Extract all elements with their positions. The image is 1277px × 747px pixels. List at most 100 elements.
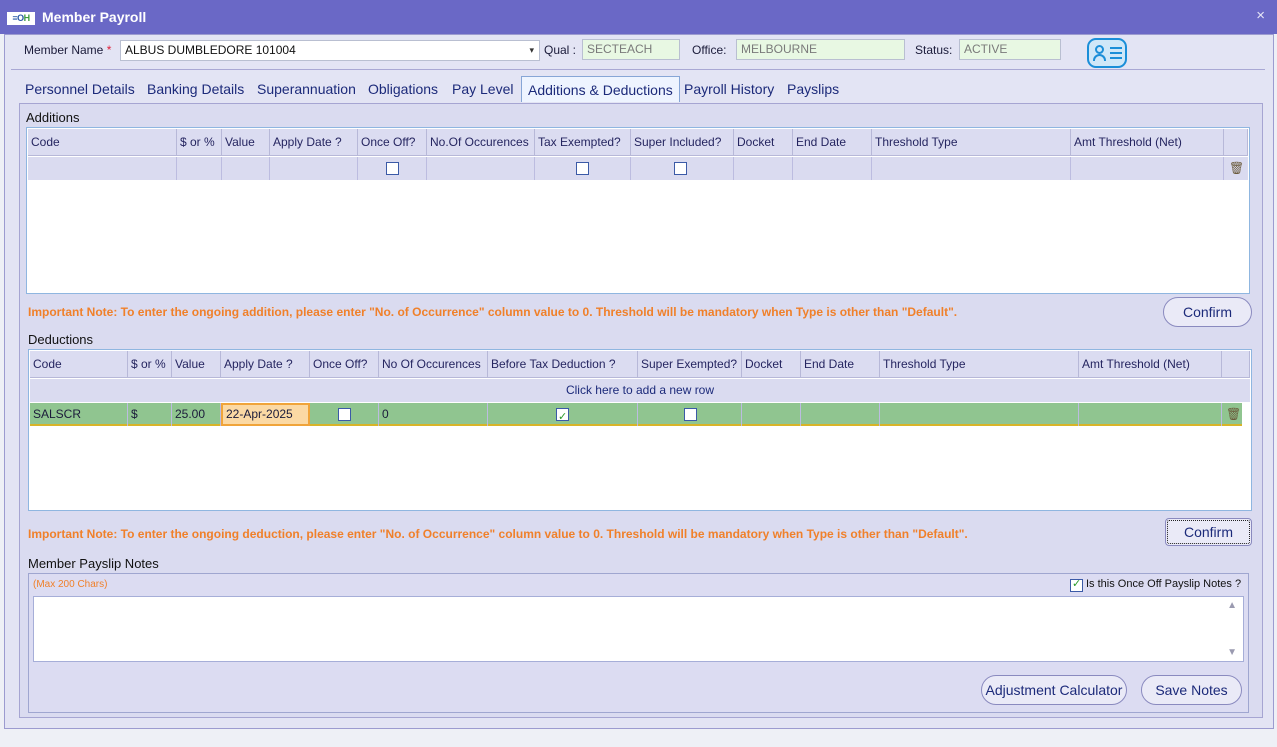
tab-pay-level[interactable]: Pay Level: [452, 76, 513, 102]
member-card-icon[interactable]: [1087, 38, 1127, 68]
col-amt-threshold[interactable]: Amt Threshold (Net): [1079, 351, 1222, 378]
member-name-label: Member Name *: [24, 43, 112, 57]
deductions-note: Important Note: To enter the ongoing ded…: [28, 527, 968, 541]
col-threshold-type[interactable]: Threshold Type: [880, 351, 1079, 378]
col-end-date[interactable]: End Date: [793, 129, 872, 156]
tab-payroll-history[interactable]: Payroll History: [684, 76, 774, 102]
tax-exempted-checkbox[interactable]: [576, 162, 589, 175]
cell-once-off: [358, 157, 427, 180]
col-super-exempted[interactable]: Super Exempted?: [638, 351, 742, 378]
cell-code[interactable]: [28, 157, 177, 180]
col-end-date[interactable]: End Date: [801, 351, 880, 378]
close-icon[interactable]: ×: [1256, 7, 1265, 24]
trash-icon[interactable]: 🗑: [1226, 407, 1241, 421]
cell-end-date[interactable]: [793, 157, 872, 180]
cell-threshold-type[interactable]: [880, 403, 1079, 426]
col-type[interactable]: $ or %: [177, 129, 222, 156]
col-once-off[interactable]: Once Off?: [310, 351, 379, 378]
col-tax-exempted[interactable]: Tax Exempted?: [535, 129, 631, 156]
required-mark: *: [106, 43, 112, 57]
tab-payslips[interactable]: Payslips: [787, 76, 839, 102]
adjustment-calculator-button[interactable]: Adjustment Calculator: [981, 675, 1127, 705]
col-value[interactable]: Value: [172, 351, 221, 378]
col-super-included[interactable]: Super Included?: [631, 129, 734, 156]
once-off-checkbox[interactable]: [338, 408, 351, 421]
status-label: Status:: [915, 43, 953, 57]
col-code[interactable]: Code: [30, 351, 128, 378]
payslip-notes-box: (Max 200 Chars) Is this Once Off Payslip…: [28, 573, 1249, 713]
deductions-header-row: Code $ or % Value Apply Date ? Once Off?…: [30, 351, 1250, 378]
office-field: MELBOURNE: [736, 39, 905, 60]
cell-before-tax: [488, 403, 638, 429]
additions-header-row: Code $ or % Value Apply Date ? Once Off?…: [28, 129, 1248, 156]
cell-once-off: [310, 403, 379, 426]
col-once-off[interactable]: Once Off?: [358, 129, 427, 156]
payslip-notes-title: Member Payslip Notes: [28, 556, 159, 571]
col-threshold-type[interactable]: Threshold Type: [872, 129, 1071, 156]
chevron-down-icon[interactable]: ▾: [529, 41, 534, 60]
save-notes-button[interactable]: Save Notes: [1141, 675, 1242, 705]
cell-value[interactable]: [222, 157, 270, 180]
cell-type[interactable]: [177, 157, 222, 180]
deductions-grid[interactable]: Code $ or % Value Apply Date ? Once Off?…: [28, 349, 1252, 511]
col-occurrences[interactable]: No Of Occurences: [379, 351, 488, 378]
cell-type[interactable]: $: [128, 403, 172, 426]
status-field: ACTIVE: [959, 39, 1061, 60]
scroll-down-icon[interactable]: ▼: [1227, 647, 1237, 658]
super-included-checkbox[interactable]: [674, 162, 687, 175]
cell-occurrences[interactable]: [427, 157, 535, 180]
cell-end-date[interactable]: [801, 403, 880, 426]
deductions-confirm-button[interactable]: Confirm: [1165, 518, 1252, 546]
super-exempted-checkbox[interactable]: [684, 408, 697, 421]
tab-banking-details[interactable]: Banking Details: [147, 76, 244, 102]
before-tax-checkbox[interactable]: [556, 406, 569, 429]
cell-apply-date[interactable]: [270, 157, 358, 180]
col-actions: [1222, 351, 1250, 378]
max-chars-hint: (Max 200 Chars): [33, 579, 108, 590]
tab-additions-deductions[interactable]: Additions & Deductions: [521, 76, 680, 102]
col-apply-date[interactable]: Apply Date ?: [270, 129, 358, 156]
cell-code[interactable]: SALSCR: [30, 403, 128, 426]
scroll-up-icon[interactable]: ▲: [1227, 600, 1237, 611]
col-before-tax[interactable]: Before Tax Deduction ?: [488, 351, 638, 378]
col-actions: [1224, 129, 1248, 156]
additions-title: Additions: [26, 110, 80, 125]
cell-super-included: [631, 157, 734, 180]
col-value[interactable]: Value: [222, 129, 270, 156]
main-window: Member Name * ALBUS DUMBLEDORE 101004 ▾ …: [4, 34, 1274, 729]
app-logo-icon: ≡OH: [7, 12, 35, 25]
col-docket[interactable]: Docket: [734, 129, 793, 156]
cell-docket[interactable]: [734, 157, 793, 180]
tab-personnel-details[interactable]: Personnel Details: [25, 76, 135, 102]
once-off-checkbox[interactable]: [386, 162, 399, 175]
tab-obligations[interactable]: Obligations: [368, 76, 438, 102]
cell-amt-threshold[interactable]: [1079, 403, 1222, 426]
cell-threshold-type[interactable]: [872, 157, 1071, 180]
once-off-notes-checkbox[interactable]: [1070, 577, 1083, 592]
col-code[interactable]: Code: [28, 129, 177, 156]
col-type[interactable]: $ or %: [128, 351, 172, 378]
office-label: Office:: [692, 43, 727, 57]
tab-superannuation[interactable]: Superannuation: [257, 76, 356, 102]
once-off-notes-label: Is this Once Off Payslip Notes ?: [1086, 578, 1242, 590]
cell-value[interactable]: 25.00: [172, 403, 221, 426]
cell-amt-threshold[interactable]: [1071, 157, 1224, 180]
add-new-row[interactable]: Click here to add a new row: [30, 379, 1250, 402]
col-docket[interactable]: Docket: [742, 351, 801, 378]
member-name-value: ALBUS DUMBLEDORE 101004: [125, 43, 296, 57]
window-title: Member Payroll: [42, 9, 147, 25]
col-apply-date[interactable]: Apply Date ?: [221, 351, 310, 378]
additions-confirm-button[interactable]: Confirm: [1163, 297, 1252, 327]
member-name-dropdown[interactable]: ALBUS DUMBLEDORE 101004 ▾: [120, 40, 540, 61]
col-amt-threshold[interactable]: Amt Threshold (Net): [1071, 129, 1224, 156]
col-occurrences[interactable]: No.Of Occurences: [427, 129, 535, 156]
additions-grid[interactable]: Code $ or % Value Apply Date ? Once Off?…: [26, 127, 1250, 294]
cell-docket[interactable]: [742, 403, 801, 426]
cell-apply-date[interactable]: 22-Apr-2025: [221, 403, 310, 426]
additions-new-row[interactable]: 🗑: [28, 157, 1248, 180]
additions-note: Important Note: To enter the ongoing add…: [28, 305, 958, 319]
cell-occurrences[interactable]: 0: [379, 403, 488, 426]
payslip-notes-textarea[interactable]: ▲ ▼: [33, 596, 1244, 662]
trash-icon[interactable]: 🗑: [1229, 161, 1244, 175]
table-row[interactable]: SALSCR $ 25.00 22-Apr-2025 0 🗑: [30, 403, 1242, 429]
